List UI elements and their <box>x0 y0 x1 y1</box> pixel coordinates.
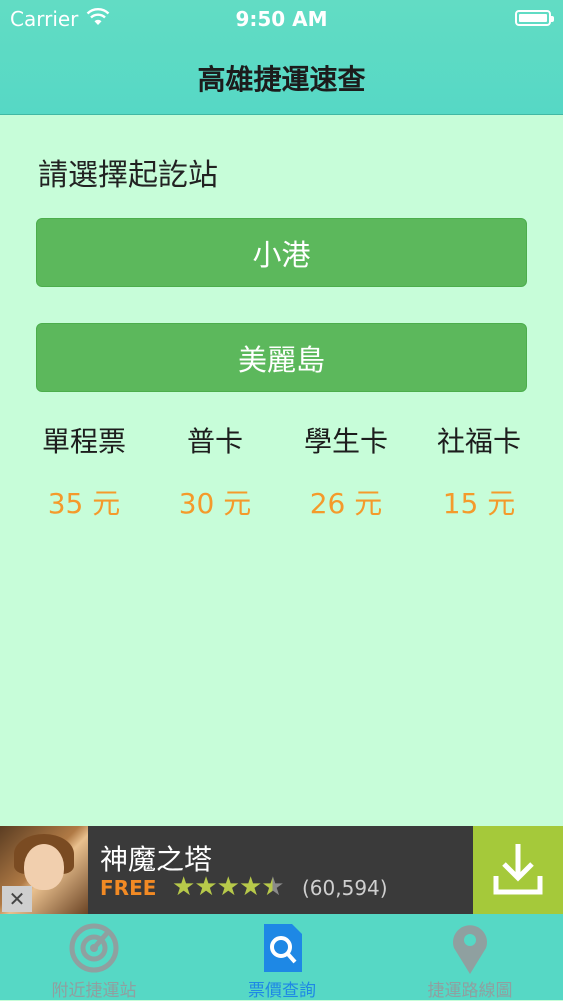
fare-single-ticket: 單程票 35 元 <box>18 420 150 522</box>
tab-fare-search[interactable]: 票價查詢 <box>188 914 376 1001</box>
download-icon <box>493 844 543 895</box>
ad-price-label: FREE <box>100 876 157 900</box>
fare-type-label: 單程票 <box>41 425 126 458</box>
fare-type-label: 普卡 <box>186 425 243 458</box>
battery-icon <box>515 10 554 26</box>
half-star-icon: ★ <box>261 872 284 902</box>
map-pin-icon <box>453 925 487 974</box>
fare-welfare-card: 社福卡 15 元 <box>413 420 545 522</box>
status-bar: Carrier 9:50 AM <box>0 0 563 38</box>
ad-game-artwork[interactable]: ✕ <box>0 826 88 914</box>
star-icon: ★ <box>194 872 217 902</box>
fare-price: 30 元 <box>178 487 252 520</box>
fare-price: 15 元 <box>442 487 516 520</box>
nav-bar: Carrier 9:50 AM 高雄捷運速查 <box>0 0 563 115</box>
fare-student-card: 學生卡 26 元 <box>280 420 412 522</box>
fare-price: 35 元 <box>47 487 121 520</box>
page-title: 高雄捷運速查 <box>197 63 366 96</box>
tab-bar: 附近捷運站 票價查詢 捷運路線圖 <box>0 914 563 1001</box>
end-station-button[interactable]: 美麗島 <box>36 323 527 392</box>
star-icon: ★ <box>238 872 262 902</box>
ad-banner[interactable]: ✕ 神魔之塔 FREE ★★★★★ (60,594) <box>0 826 563 914</box>
fare-type-label: 學生卡 <box>303 425 388 458</box>
download-button[interactable] <box>473 826 563 914</box>
tab-label: 捷運路線圖 <box>427 981 513 1001</box>
tab-metro-map[interactable]: 捷運路線圖 <box>376 914 563 1001</box>
tab-nearby-stations[interactable]: 附近捷運站 <box>0 914 188 1001</box>
clock: 9:50 AM <box>235 7 328 31</box>
fare-price: 26 元 <box>309 487 383 520</box>
tab-label: 附近捷運站 <box>51 981 137 1001</box>
close-icon[interactable]: ✕ <box>2 886 32 912</box>
radar-icon <box>69 923 119 973</box>
ad-rating-count: (60,594) <box>302 876 388 900</box>
star-rating-icon: ★★★★★ <box>172 872 285 902</box>
fare-type-label: 社福卡 <box>436 425 521 458</box>
fare-search-icon <box>264 924 302 972</box>
tab-label: 票價查詢 <box>248 981 316 1001</box>
star-icon: ★ <box>216 872 240 902</box>
station-prompt: 請選擇起訖站 <box>38 158 218 193</box>
start-station-button[interactable]: 小港 <box>36 218 527 287</box>
start-station-label: 小港 <box>252 237 311 272</box>
end-station-label: 美麗島 <box>237 342 325 377</box>
fare-regular-card: 普卡 30 元 <box>149 420 281 522</box>
star-icon: ★ <box>172 872 195 902</box>
